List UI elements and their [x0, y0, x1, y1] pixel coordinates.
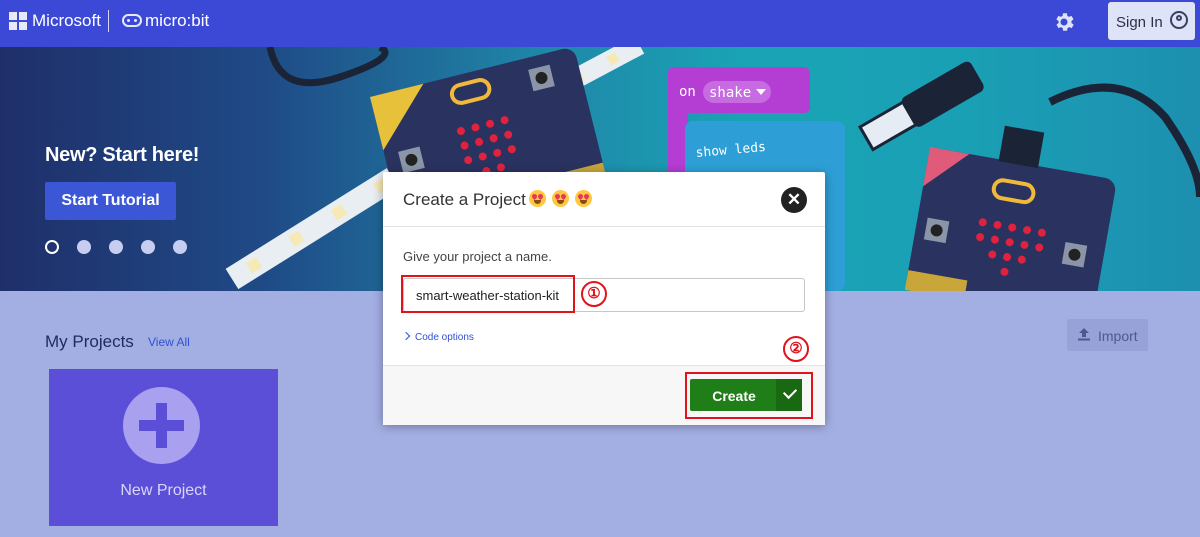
block-shake-label: shake — [709, 85, 751, 101]
dialog-header: Create a Project ✕ — [383, 172, 825, 227]
import-button[interactable]: Import — [1067, 319, 1148, 351]
microbit-logo-icon — [122, 14, 142, 27]
plus-icon — [123, 387, 200, 464]
carousel-dot-4[interactable] — [141, 240, 155, 254]
step-2-badge: ② — [783, 336, 809, 362]
header-divider — [108, 10, 109, 32]
dialog-title: Create a Project — [403, 190, 526, 209]
highlight-create-button — [685, 372, 813, 419]
new-project-label: New Project — [120, 482, 207, 499]
code-options-toggle[interactable]: Code options — [401, 331, 474, 343]
upload-icon — [1078, 328, 1090, 341]
new-project-card[interactable]: New Project — [49, 369, 278, 526]
gear-icon[interactable] — [1052, 10, 1076, 34]
microsoft-brand[interactable]: Microsoft — [32, 11, 101, 31]
highlight-name-input — [401, 275, 575, 313]
start-tutorial-button[interactable]: Start Tutorial — [45, 182, 176, 220]
microsoft-logo-icon — [9, 12, 27, 30]
carousel-dot-1[interactable] — [45, 240, 59, 254]
hero-title: New? Start here! — [45, 144, 200, 166]
heart-eyes-emoji-icon — [552, 190, 569, 207]
sign-in-button[interactable]: Sign In — [1108, 2, 1195, 40]
chevron-right-icon — [401, 331, 411, 341]
step-1-badge: ① — [581, 281, 607, 307]
sign-in-label: Sign In — [1116, 14, 1163, 31]
project-name-prompt: Give your project a name. — [403, 249, 552, 264]
block-on-label: on — [679, 84, 696, 100]
heart-eyes-emoji-icon — [575, 190, 592, 207]
view-all-link[interactable]: View All — [148, 335, 190, 349]
heart-eyes-emoji-icon — [529, 190, 546, 207]
microbit-brand[interactable]: micro:bit — [145, 11, 209, 31]
my-projects-heading: My Projects — [45, 332, 134, 351]
carousel-dot-3[interactable] — [109, 240, 123, 254]
carousel-dot-2[interactable] — [77, 240, 91, 254]
top-header: Microsoft micro:bit Sign In — [0, 0, 1200, 47]
carousel-dot-5[interactable] — [173, 240, 187, 254]
close-icon[interactable]: ✕ — [781, 187, 807, 213]
user-circle-icon — [1170, 11, 1188, 29]
import-label: Import — [1098, 328, 1138, 344]
code-options-label: Code options — [415, 332, 474, 343]
